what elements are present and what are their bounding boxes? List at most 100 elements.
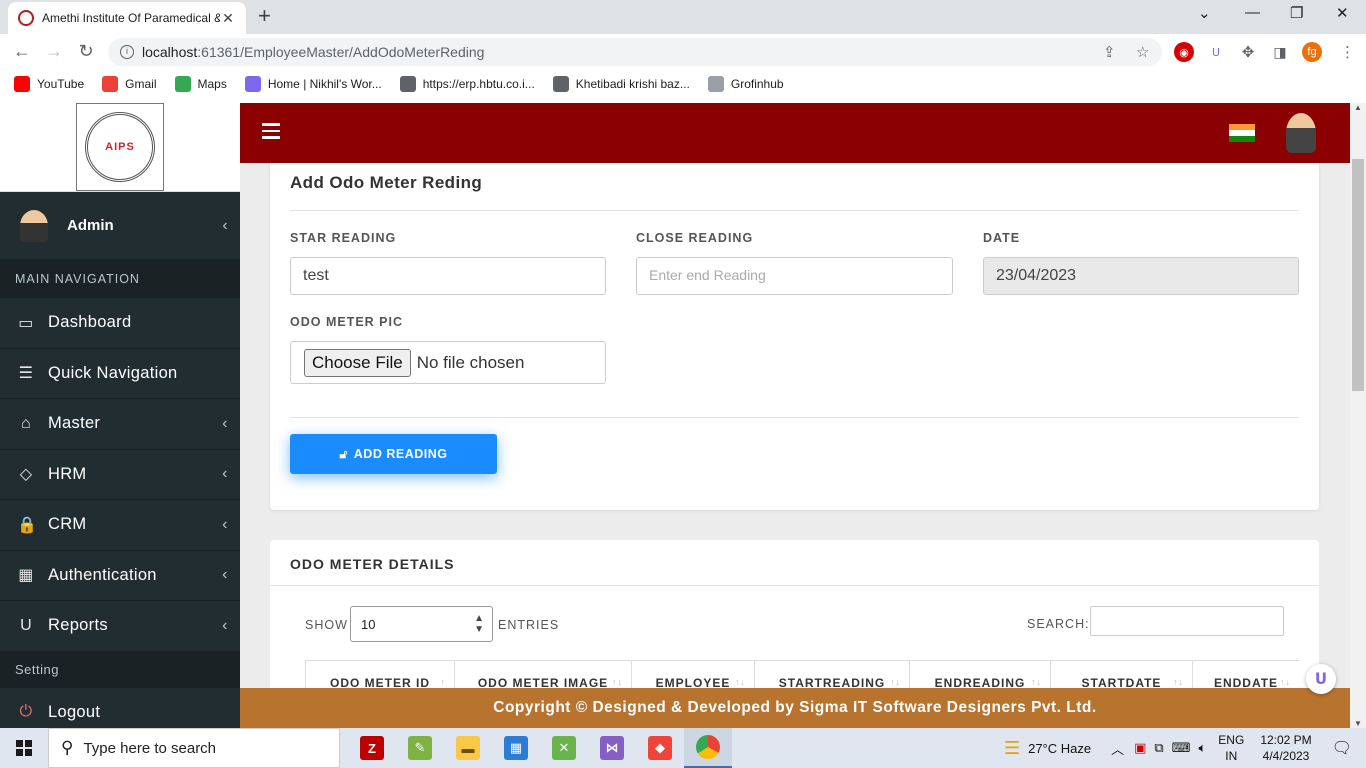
close-window-button[interactable]: ✕ bbox=[1336, 4, 1349, 22]
entries-select[interactable]: 10 ▲ ▼ bbox=[350, 606, 493, 642]
language-indicator[interactable]: ENG IN bbox=[1218, 732, 1244, 764]
choose-file-button[interactable]: Choose File bbox=[304, 348, 411, 377]
browser-tab[interactable]: Amethi Institute Of Paramedical & ✕ bbox=[8, 2, 246, 34]
youtube-icon bbox=[14, 76, 30, 92]
close-reading-input[interactable] bbox=[636, 257, 953, 295]
share-icon[interactable]: ⇪ bbox=[1103, 43, 1116, 61]
menu-kebab-icon[interactable]: ⋮ bbox=[1340, 43, 1355, 61]
add-reading-button[interactable]: 🔓︎ ADD READING bbox=[290, 434, 497, 474]
divider bbox=[290, 417, 1299, 418]
bookmark-label: Home | Nikhil's Wor... bbox=[267, 77, 382, 91]
clock-time: 12:02 PM bbox=[1260, 733, 1312, 747]
sidebar-item-master[interactable]: ⌂ Master ‹ bbox=[0, 399, 240, 450]
star-reading-input[interactable] bbox=[290, 257, 606, 295]
divider bbox=[270, 585, 1319, 586]
sidebar-item-dashboard[interactable]: ▭ Dashboard bbox=[0, 298, 240, 349]
bookmark-item[interactable]: Home | Nikhil's Wor... bbox=[244, 76, 382, 92]
taskbar-visual-studio[interactable]: ⋈ bbox=[588, 728, 636, 768]
institute-logo[interactable]: AIPS bbox=[76, 103, 164, 191]
chevron-left-icon: ‹ bbox=[222, 515, 228, 533]
master-icon: ⌂ bbox=[21, 414, 31, 432]
bookmark-star-icon[interactable]: ☆ bbox=[1136, 43, 1149, 61]
page-scrollbar[interactable]: ▲ ▼ bbox=[1350, 103, 1366, 728]
scrollbar-thumb[interactable] bbox=[1352, 159, 1364, 391]
sidebar-item-label: Dashboard bbox=[48, 313, 132, 332]
taskbar-anydesk[interactable]: ◆ bbox=[636, 728, 684, 768]
weather-text[interactable]: 27°C Haze bbox=[1028, 741, 1091, 756]
address-bar[interactable]: i localhost:61361/EmployeeMaster/AddOdoM… bbox=[108, 38, 1162, 66]
tray-app-icon[interactable]: ▣ bbox=[1134, 740, 1146, 756]
taskbar-excel-tool[interactable]: ✕ bbox=[540, 728, 588, 768]
sidebar-item-authentication[interactable]: ▦ Authentication ‹ bbox=[0, 551, 240, 601]
hamburger-menu-icon[interactable] bbox=[262, 123, 280, 143]
taskbar-filezilla[interactable]: Z bbox=[348, 728, 396, 768]
site-info-icon[interactable]: i bbox=[120, 45, 134, 59]
network-icon[interactable]: ⌨ bbox=[1172, 740, 1191, 756]
side-panel-icon[interactable]: ◨ bbox=[1270, 42, 1290, 62]
close-tab-icon[interactable]: ✕ bbox=[220, 10, 236, 27]
bookmarks-bar: YouTube Gmail Maps Home | Nikhil's Wor... ht… bbox=[0, 70, 1366, 98]
sidebar-item-label: Logout bbox=[48, 702, 101, 721]
bookmark-item[interactable]: Khetibadi krishi baz... bbox=[552, 76, 690, 92]
clickup-widget-icon[interactable]: ᑌ bbox=[1306, 664, 1336, 694]
details-title: ODO METER DETAILS bbox=[290, 556, 455, 572]
forward-icon[interactable]: → bbox=[44, 41, 64, 62]
sidebar-item-hrm[interactable]: ◇ HRM ‹ bbox=[0, 450, 240, 500]
bookmark-label: Khetibadi krishi baz... bbox=[575, 77, 690, 91]
user-avatar bbox=[20, 209, 48, 242]
bookmark-item[interactable]: Grofinhub bbox=[707, 76, 784, 92]
hrm-icon: ◇ bbox=[19, 466, 33, 484]
sidebar-item-label: CRM bbox=[48, 515, 87, 534]
chrome-icon bbox=[696, 735, 720, 759]
reload-icon[interactable]: ↻ bbox=[76, 41, 96, 62]
bookmark-item[interactable]: YouTube bbox=[14, 76, 84, 92]
taskbar-explorer[interactable]: ▬ bbox=[444, 728, 492, 768]
logout-icon: ⏻ bbox=[19, 703, 33, 721]
odo-pic-file-input[interactable]: Choose File No file chosen bbox=[290, 341, 606, 384]
taskbar-chrome[interactable] bbox=[684, 728, 732, 768]
scroll-down-icon[interactable]: ▼ bbox=[1350, 719, 1366, 728]
tool-icon: ✕ bbox=[552, 736, 576, 760]
nav-header: MAIN NAVIGATION bbox=[0, 260, 240, 298]
user-panel[interactable]: Admin ‹ bbox=[0, 192, 240, 260]
taskbar-search[interactable]: ⚲ Type here to search bbox=[48, 728, 340, 768]
add-reading-label: ADD READING bbox=[353, 447, 448, 461]
tab-search-icon[interactable]: ⌄ bbox=[1198, 4, 1211, 22]
tray-overflow-icon[interactable]: ︿ bbox=[1111, 739, 1124, 758]
select-caret-icon: ▲ ▼ bbox=[474, 613, 484, 635]
entries-value: 10 bbox=[361, 617, 376, 632]
sidebar-item-quick-navigation[interactable]: ☰ Quick Navigation bbox=[0, 349, 240, 399]
date-input[interactable] bbox=[983, 257, 1299, 295]
notification-icon[interactable]: 🗨︎ bbox=[1332, 738, 1352, 758]
sidebar-item-reports[interactable]: U Reports ‹ bbox=[0, 601, 240, 652]
dashboard-icon: ▭ bbox=[18, 314, 34, 332]
bookmark-label: YouTube bbox=[37, 77, 85, 91]
minimize-button[interactable]: — bbox=[1245, 4, 1260, 21]
restore-button[interactable]: ❐ bbox=[1290, 4, 1303, 22]
clock[interactable]: 12:02 PM 4/4/2023 bbox=[1260, 732, 1311, 764]
scroll-up-icon[interactable]: ▲ bbox=[1350, 103, 1366, 112]
bookmark-item[interactable]: https://erp.hbtu.co.i... bbox=[399, 76, 535, 92]
bookmark-item[interactable]: Gmail bbox=[102, 76, 157, 92]
file-status-text: No file chosen bbox=[416, 352, 525, 372]
bookmark-item[interactable]: Maps bbox=[174, 76, 227, 92]
user-profile-avatar[interactable] bbox=[1286, 113, 1316, 153]
taskbar-app-blocks[interactable]: ▦ bbox=[492, 728, 540, 768]
extension-opera-icon[interactable]: ◉ bbox=[1174, 42, 1194, 62]
sidebar-item-logout[interactable]: ⏻ Logout bbox=[0, 688, 240, 729]
extension-clickup-icon[interactable]: ᑌ bbox=[1206, 42, 1226, 62]
start-button[interactable] bbox=[0, 728, 48, 768]
new-tab-button[interactable]: + bbox=[258, 5, 271, 27]
taskbar-notepad[interactable]: ✎ bbox=[396, 728, 444, 768]
sidebar-item-crm[interactable]: 🔒 CRM ‹ bbox=[0, 500, 240, 551]
tray-device-icon[interactable]: ⧉ bbox=[1154, 740, 1163, 756]
back-icon[interactable]: ← bbox=[12, 41, 32, 62]
table-search-input[interactable] bbox=[1090, 606, 1284, 636]
extensions-puzzle-icon[interactable]: ✥ bbox=[1238, 42, 1258, 62]
notepad-icon: ✎ bbox=[408, 736, 432, 760]
volume-icon[interactable]: 🔈︎ bbox=[1198, 740, 1206, 756]
gmail-icon bbox=[102, 76, 119, 92]
india-flag-icon[interactable] bbox=[1229, 124, 1255, 142]
sort-icon: ↑ bbox=[440, 677, 446, 687]
profile-avatar[interactable]: fg bbox=[1302, 42, 1322, 62]
